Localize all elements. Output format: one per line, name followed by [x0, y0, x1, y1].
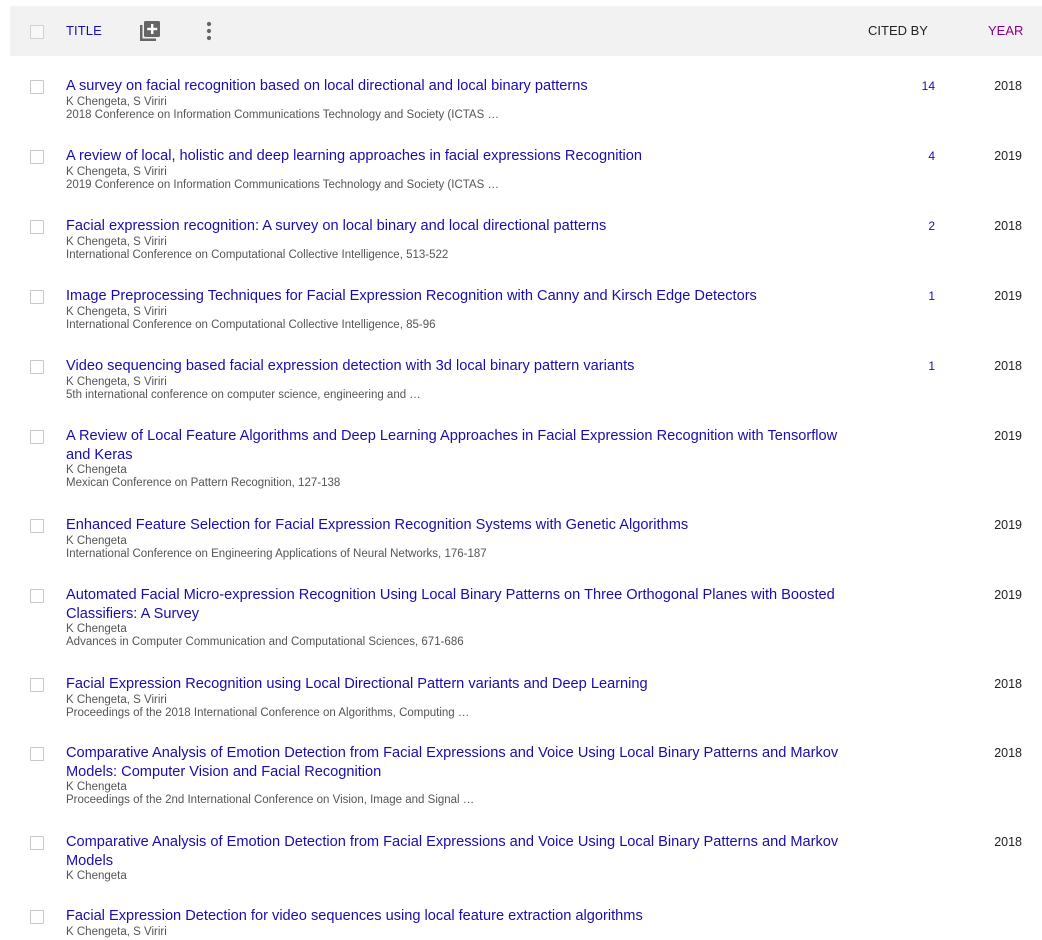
row-checkbox[interactable] [30, 589, 44, 603]
article-title-link[interactable]: Facial expression recognition: A survey … [66, 217, 856, 236]
article-authors: K Chengeta [66, 870, 127, 882]
select-all-checkbox[interactable] [30, 25, 44, 39]
cited-by-count-link[interactable]: 1 [900, 289, 935, 303]
article-title-link[interactable]: A review of local, holistic and deep lea… [66, 147, 856, 166]
row-checkbox[interactable] [30, 836, 44, 850]
article-title-link[interactable]: Automated Facial Micro-expression Recogn… [66, 586, 856, 623]
cited-by-count-link[interactable]: 1 [900, 359, 935, 373]
article-year: 2019 [994, 289, 1022, 303]
cited-by-header: CITED BY [868, 23, 928, 38]
article-year: 2018 [994, 79, 1022, 93]
more-vertical-icon[interactable] [202, 20, 216, 42]
article-authors: K Chengeta, S Viriri [66, 925, 167, 938]
article-authors: K Chengeta [66, 534, 127, 547]
article-authors: K Chengeta, S Viriri [66, 165, 167, 178]
article-venue: Mexican Conference on Pattern Recognitio… [66, 477, 341, 489]
article-title-link[interactable]: Facial Expression Detection for video se… [66, 907, 856, 926]
article-venue: Proceedings of the 2018 International Co… [66, 706, 470, 719]
article-authors: K Chengeta, S Viriri [66, 235, 167, 248]
article-venue: International Conference on Computationa… [66, 248, 449, 261]
article-year: 2019 [994, 588, 1022, 602]
article-venue: 5th international conference on computer… [66, 388, 421, 401]
row-checkbox[interactable] [30, 430, 44, 444]
row-checkbox[interactable] [30, 220, 44, 234]
article-authors: K Chengeta, S Viriri [66, 375, 167, 388]
article-year: 2018 [994, 359, 1022, 373]
article-venue: Advances in Computer Communication and C… [66, 636, 464, 648]
row-checkbox[interactable] [30, 747, 44, 761]
row-checkbox[interactable] [30, 910, 44, 924]
row-checkbox[interactable] [30, 678, 44, 692]
article-authors: K Chengeta, S Viriri [66, 305, 167, 318]
article-year: 2018 [994, 835, 1022, 849]
article-year: 2018 [994, 677, 1022, 691]
row-checkbox[interactable] [30, 80, 44, 94]
row-checkbox[interactable] [30, 150, 44, 164]
article-authors: K Chengeta [66, 464, 127, 476]
article-title-link[interactable]: Comparative Analysis of Emotion Detectio… [66, 833, 856, 870]
row-checkbox[interactable] [30, 360, 44, 374]
cited-by-count-link[interactable]: 14 [900, 79, 935, 93]
article-title-link[interactable]: A Review of Local Feature Algorithms and… [66, 427, 856, 464]
article-venue: 2018 Conference on Information Communica… [66, 108, 499, 121]
article-venue: 2019 Conference on Information Communica… [66, 178, 499, 191]
article-title-link[interactable]: Video sequencing based facial expression… [66, 357, 856, 376]
article-year: 2018 [994, 746, 1022, 760]
add-box-icon[interactable] [139, 20, 161, 42]
article-venue: International Conference on Computationa… [66, 318, 436, 331]
article-year: 2019 [994, 518, 1022, 532]
article-authors: K Chengeta [66, 623, 127, 635]
article-year: 2018 [994, 219, 1022, 233]
cited-by-count-link[interactable]: 4 [900, 149, 935, 163]
cited-by-count-link[interactable]: 2 [900, 219, 935, 233]
title-sort-header[interactable]: TITLE [66, 23, 102, 38]
row-checkbox[interactable] [30, 290, 44, 304]
table-header: TITLE CITED BY YEAR [10, 6, 1042, 56]
row-checkbox[interactable] [30, 519, 44, 533]
article-title-link[interactable]: A survey on facial recognition based on … [66, 77, 856, 96]
article-authors: K Chengeta [66, 781, 127, 793]
article-year: 2019 [994, 429, 1022, 443]
article-title-link[interactable]: Facial Expression Recognition using Loca… [66, 675, 856, 694]
article-venue: International Conference on Engineering … [66, 547, 487, 560]
article-title-link[interactable]: Image Preprocessing Techniques for Facia… [66, 287, 856, 306]
article-authors: K Chengeta, S Viriri [66, 693, 167, 706]
article-title-link[interactable]: Enhanced Feature Selection for Facial Ex… [66, 516, 856, 535]
article-year: 2019 [994, 149, 1022, 163]
article-venue: Proceedings of the 2nd International Con… [66, 794, 475, 806]
article-title-link[interactable]: Comparative Analysis of Emotion Detectio… [66, 744, 856, 781]
article-authors: K Chengeta, S Viriri [66, 95, 167, 108]
year-sort-header[interactable]: YEAR [988, 23, 1023, 38]
